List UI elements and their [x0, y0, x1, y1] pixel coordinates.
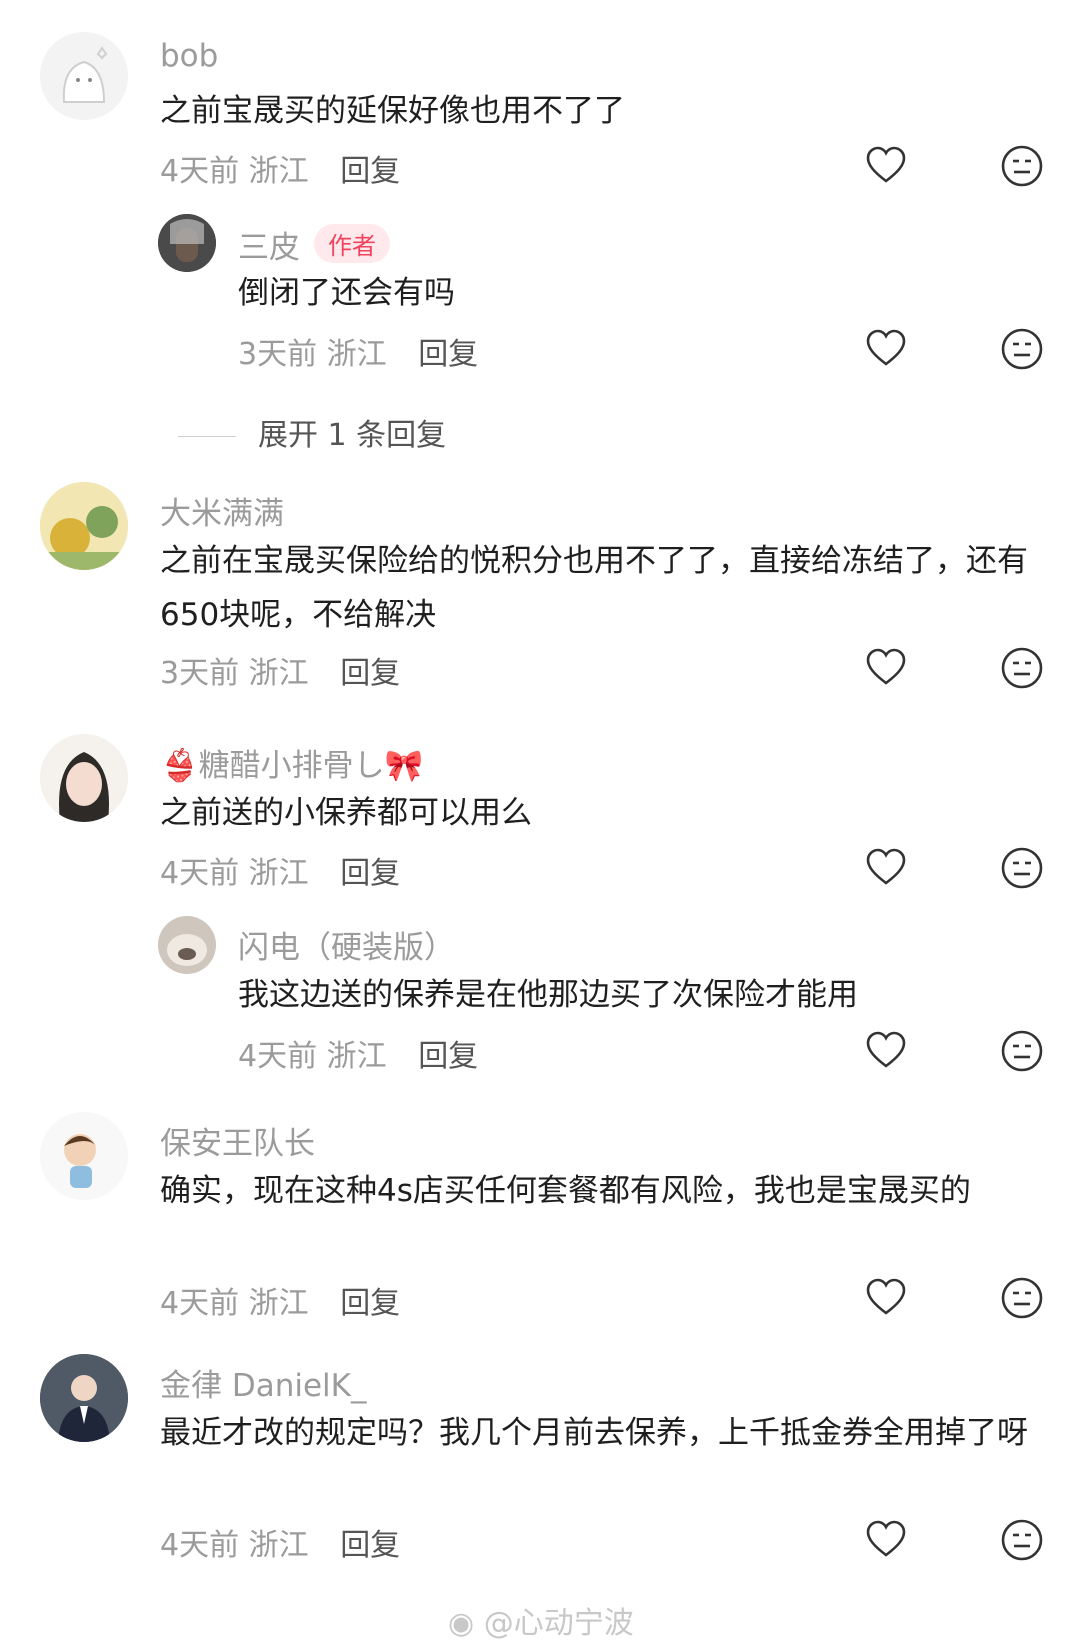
comment-text: 之前在宝晟买保险给的悦积分也用不了了，直接给冻结了，还有650块呢，不给解决 [160, 543, 1028, 633]
timestamp: 4天前 [160, 856, 240, 891]
heart-icon[interactable] [864, 1518, 908, 1562]
avatar[interactable] [40, 32, 128, 120]
comment-text: 倒闭了还会有吗 [238, 275, 455, 311]
location: 浙江 [248, 1528, 309, 1563]
avatar[interactable] [158, 214, 216, 272]
reply-button[interactable]: 回复 [340, 656, 400, 691]
comment-meta: 4天前 浙江 回复 [238, 1031, 478, 1075]
avatar[interactable] [40, 482, 128, 570]
username[interactable]: 大米满满 [160, 488, 284, 533]
timestamp: 4天前 [160, 1286, 240, 1321]
location: 浙江 [248, 1286, 309, 1321]
avatar[interactable] [40, 1354, 128, 1442]
location: 浙江 [248, 154, 309, 189]
meh-face-icon[interactable] [1000, 144, 1044, 188]
avatar[interactable] [40, 734, 128, 822]
reply-button[interactable]: 回复 [340, 154, 400, 189]
comment-text: 之前送的小保养都可以用么 [160, 795, 532, 831]
heart-icon[interactable] [864, 1276, 908, 1320]
meh-face-icon[interactable] [1000, 846, 1044, 890]
meh-face-icon[interactable] [1000, 646, 1044, 690]
heart-icon[interactable] [864, 646, 908, 690]
meh-face-icon[interactable] [1000, 1276, 1044, 1320]
reply-button[interactable]: 回复 [340, 1528, 400, 1563]
comment-text: 确实，现在这种4s店买任何套餐都有风险，我也是宝晟买的 [160, 1173, 971, 1209]
comment-meta: 4天前 浙江 回复 [160, 848, 400, 892]
username[interactable]: 三皮 作者 [238, 222, 390, 267]
comment-text: 我这边送的保养是在他那边买了次保险才能用 [238, 977, 858, 1013]
meh-face-icon[interactable] [1000, 1518, 1044, 1562]
watermark: ◉ @心动宁波 [448, 1606, 634, 1641]
expand-replies-button[interactable]: 展开 1 条回复 [178, 410, 446, 454]
comment-meta: 3天前 浙江 回复 [160, 648, 400, 692]
username[interactable]: 金律 DanielK_ [160, 1360, 367, 1405]
username[interactable]: 闪电（硬装版） [238, 922, 455, 967]
heart-icon[interactable] [864, 1029, 908, 1073]
meh-face-icon[interactable] [1000, 327, 1044, 371]
timestamp: 3天前 [238, 337, 318, 372]
location: 浙江 [248, 656, 309, 691]
reply-button[interactable]: 回复 [340, 856, 400, 891]
timestamp: 3天前 [160, 656, 240, 691]
author-badge: 作者 [314, 224, 390, 263]
heart-icon[interactable] [864, 144, 908, 188]
comment-meta: 4天前 浙江 回复 [160, 1278, 400, 1322]
reply-button[interactable]: 回复 [340, 1286, 400, 1321]
reply-button[interactable]: 回复 [418, 337, 478, 372]
username[interactable]: 👙糖醋小排骨し🎀 [160, 740, 423, 785]
timestamp: 4天前 [160, 1528, 240, 1563]
comment-meta: 3天前 浙江 回复 [238, 329, 478, 373]
comment-text: 最近才改的规定吗？我几个月前去保养，上千抵金券全用掉了呀 [160, 1415, 1028, 1451]
heart-icon[interactable] [864, 327, 908, 371]
timestamp: 4天前 [160, 154, 240, 189]
avatar[interactable] [40, 1112, 128, 1200]
reply-button[interactable]: 回复 [418, 1039, 478, 1074]
comment-text: 之前宝晟买的延保好像也用不了了 [160, 93, 625, 129]
avatar[interactable] [158, 916, 216, 974]
timestamp: 4天前 [238, 1039, 318, 1074]
meh-face-icon[interactable] [1000, 1029, 1044, 1073]
location: 浙江 [326, 337, 387, 372]
divider [178, 436, 236, 437]
comment-meta: 4天前 浙江 回复 [160, 1520, 400, 1564]
username[interactable]: bob [160, 38, 218, 74]
location: 浙江 [326, 1039, 387, 1074]
comment-meta: 4天前 浙江 回复 [160, 146, 400, 190]
heart-icon[interactable] [864, 846, 908, 890]
weibo-icon: ◉ [448, 1606, 475, 1641]
location: 浙江 [248, 856, 309, 891]
username[interactable]: 保安王队长 [160, 1118, 315, 1163]
